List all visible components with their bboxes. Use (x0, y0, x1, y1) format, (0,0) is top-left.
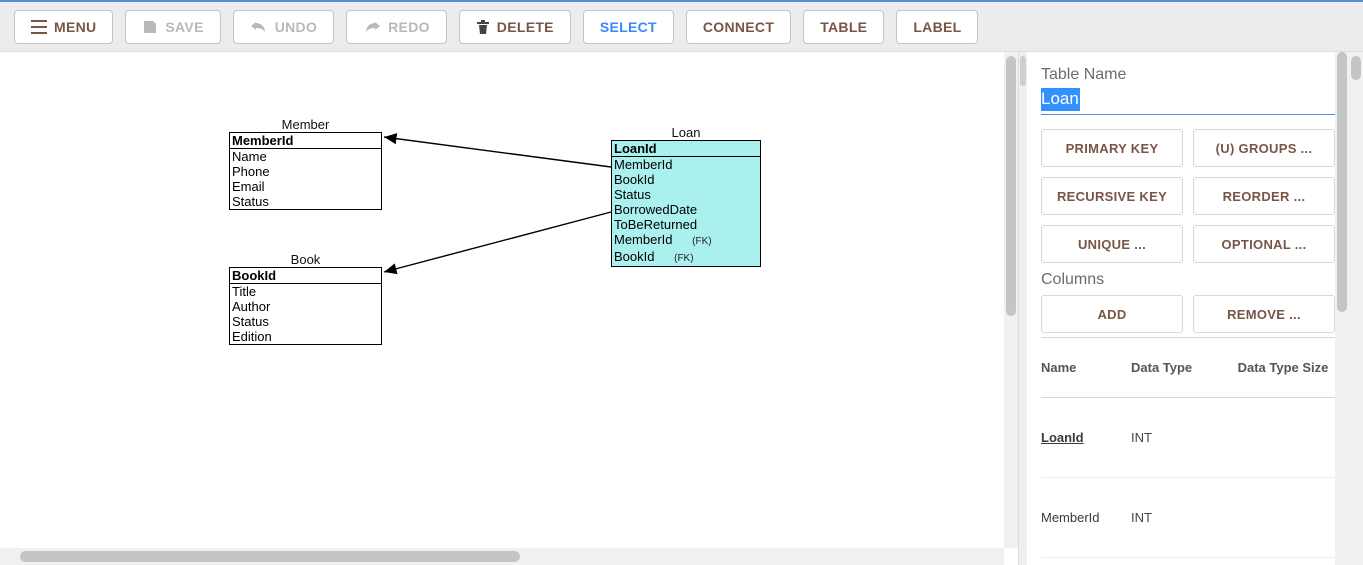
diagram-canvas[interactable]: Member MemberId Name Phone Email Status … (0, 52, 1018, 548)
table-button[interactable]: TABLE (803, 10, 884, 44)
u-groups-button[interactable]: (U) GROUPS ... (1193, 129, 1335, 167)
main-area: Member MemberId Name Phone Email Status … (0, 52, 1363, 565)
entity-member-col: Name (230, 149, 381, 164)
edge-layer (0, 52, 1018, 548)
col-header-name: Name (1041, 360, 1131, 375)
trash-icon (476, 19, 490, 35)
columns-grid-row[interactable]: MemberId INT (1041, 478, 1335, 558)
entity-loan-title: Loan (612, 125, 760, 140)
entity-member-col: Email (230, 179, 381, 194)
delete-label: DELETE (497, 19, 554, 35)
entity-book-title: Book (230, 252, 381, 267)
col-name: LoanId (1041, 430, 1131, 445)
redo-icon (363, 20, 381, 34)
key-button-grid: PRIMARY KEY (U) GROUPS ... RECURSIVE KEY… (1041, 129, 1335, 263)
fk-tag: (FK) (692, 236, 711, 247)
entity-loan-pk: LoanId (612, 141, 760, 157)
redo-label: REDO (388, 19, 430, 35)
menu-icon (31, 20, 47, 34)
table-name-label: Table Name (1041, 66, 1335, 84)
fk-tag: (FK) (674, 253, 693, 264)
table-name-input[interactable] (1041, 88, 1335, 115)
properties-panel: Table Name Loan PRIMARY KEY (U) GROUPS .… (1027, 52, 1349, 565)
entity-book-col: Title (230, 284, 381, 299)
add-column-button[interactable]: ADD (1041, 295, 1183, 333)
save-button: SAVE (125, 10, 220, 44)
connect-button[interactable]: CONNECT (686, 10, 791, 44)
entity-loan-fk: MemberId (FK) (612, 232, 760, 249)
optional-button[interactable]: OPTIONAL ... (1193, 225, 1335, 263)
menu-label: MENU (54, 19, 96, 35)
entity-member[interactable]: Member MemberId Name Phone Email Status (229, 132, 382, 210)
entity-book-pk: BookId (230, 268, 381, 284)
columns-grid-header: Name Data Type Data Type Size (1041, 338, 1335, 398)
entity-loan-col: Status (612, 187, 760, 202)
columns-grid: Name Data Type Data Type Size LoanId INT… (1041, 337, 1335, 558)
primary-key-button[interactable]: PRIMARY KEY (1041, 129, 1183, 167)
save-label: SAVE (165, 19, 203, 35)
remove-column-button[interactable]: REMOVE ... (1193, 295, 1335, 333)
entity-book-col: Edition (230, 329, 381, 344)
entity-member-col: Phone (230, 164, 381, 179)
reorder-button[interactable]: REORDER ... (1193, 177, 1335, 215)
delete-button[interactable]: DELETE (459, 10, 571, 44)
connect-label: CONNECT (703, 19, 774, 35)
entity-loan-col: ToBeReturned (612, 217, 760, 232)
entity-loan-col: BookId (612, 172, 760, 187)
table-name-selection: Loan (1041, 88, 1080, 111)
entity-member-col: Status (230, 194, 381, 209)
col-header-datatype: Data Type (1131, 360, 1231, 375)
canvas-scrollbar-vertical[interactable] (1004, 52, 1018, 548)
toolbar: MENU SAVE UNDO REDO DELETE SELECT CONNEC… (0, 2, 1363, 52)
save-icon (142, 19, 158, 35)
columns-label: Columns (1041, 271, 1335, 289)
col-dtype: INT (1131, 510, 1231, 525)
outer-scrollbar-vertical[interactable] (1349, 52, 1363, 565)
canvas-wrap: Member MemberId Name Phone Email Status … (0, 52, 1019, 565)
entity-book[interactable]: Book BookId Title Author Status Edition (229, 267, 382, 345)
table-label: TABLE (820, 19, 867, 35)
redo-button: REDO (346, 10, 447, 44)
entity-member-title: Member (230, 117, 381, 132)
undo-icon (250, 20, 268, 34)
menu-button[interactable]: MENU (14, 10, 113, 44)
select-label: SELECT (600, 19, 657, 35)
entity-loan-col: BorrowedDate (612, 202, 760, 217)
col-dtype: INT (1131, 430, 1231, 445)
entity-book-col: Author (230, 299, 381, 314)
col-name: MemberId (1041, 510, 1131, 525)
canvas-scrollbar-horizontal[interactable] (0, 548, 1004, 565)
label-button[interactable]: LABEL (896, 10, 978, 44)
entity-member-pk: MemberId (230, 133, 381, 149)
label-label: LABEL (913, 19, 961, 35)
undo-label: UNDO (275, 19, 317, 35)
undo-button: UNDO (233, 10, 334, 44)
columns-grid-row[interactable]: LoanId INT (1041, 398, 1335, 478)
table-name-field-wrap: Loan (1041, 88, 1335, 115)
entity-loan-col: MemberId (612, 157, 760, 172)
select-button[interactable]: SELECT (583, 10, 674, 44)
col-header-size: Data Type Size (1231, 360, 1335, 376)
entity-loan[interactable]: Loan LoanId MemberId BookId Status Borro… (611, 140, 761, 267)
entity-loan-fk: BookId (FK) (612, 249, 760, 266)
unique-button[interactable]: UNIQUE ... (1041, 225, 1183, 263)
entity-book-col: Status (230, 314, 381, 329)
panel-scrollbar-vertical[interactable] (1335, 52, 1349, 565)
panel-resize-gutter[interactable] (1019, 52, 1027, 565)
column-action-grid: ADD REMOVE ... (1041, 295, 1335, 333)
recursive-key-button[interactable]: RECURSIVE KEY (1041, 177, 1183, 215)
